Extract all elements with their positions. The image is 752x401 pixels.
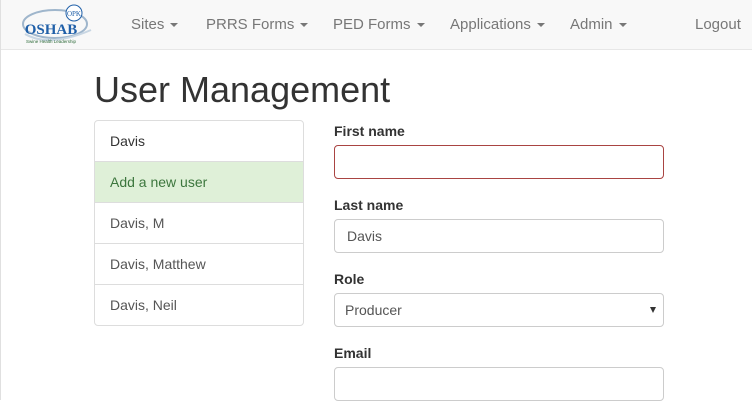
user-list: Davis Add a new user Davis, M Davis, Mat… <box>94 120 304 326</box>
caret-down-icon <box>300 23 309 28</box>
last-name-field[interactable] <box>334 219 664 253</box>
nav-prrs-forms-label: PRRS Forms <box>206 16 295 33</box>
user-list-item[interactable]: Davis, Neil <box>95 284 303 325</box>
last-name-label: Last name <box>334 197 404 213</box>
nav-applications-dropdown[interactable]: Applications <box>450 0 545 50</box>
nav-sites-label: Sites <box>131 16 165 33</box>
caret-down-icon <box>170 23 179 28</box>
nav-prrs-forms-dropdown[interactable]: PRRS Forms <box>206 0 309 50</box>
user-list-item[interactable]: Davis <box>95 121 303 161</box>
dropdown-arrow-icon <box>650 307 656 313</box>
role-selected-value: Producer <box>345 302 402 318</box>
nav-ped-forms-label: PED Forms <box>333 16 411 33</box>
user-list-item[interactable]: Davis, Matthew <box>95 243 303 284</box>
logo-tagline: Swine Health Leadership <box>26 39 77 44</box>
caret-down-icon <box>416 23 425 28</box>
user-list-item[interactable]: Davis, M <box>95 202 303 243</box>
nav-sites-dropdown[interactable]: Sites <box>131 0 179 50</box>
add-new-user-item[interactable]: Add a new user <box>95 161 303 202</box>
oshab-logo[interactable]: OPK OSHAB Swine Health Leadership <box>19 4 99 48</box>
logo-badge-text: OPK <box>67 10 81 18</box>
first-name-label: First name <box>334 123 405 139</box>
role-select[interactable]: Producer <box>334 293 664 327</box>
role-label: Role <box>334 271 365 287</box>
email-field[interactable] <box>334 367 664 401</box>
logout-link[interactable]: Logout <box>695 0 741 50</box>
email-label: Email <box>334 345 372 361</box>
nav-applications-label: Applications <box>450 16 531 33</box>
caret-down-icon <box>618 23 627 28</box>
logo-text: OSHAB <box>25 22 78 38</box>
navbar: OPK OSHAB Swine Health Leadership Sites … <box>1 0 752 50</box>
logo-graphic: OPK OSHAB Swine Health Leadership <box>22 4 92 44</box>
first-name-field[interactable] <box>334 145 664 179</box>
page-title: User Management <box>94 69 391 110</box>
nav-admin-dropdown[interactable]: Admin <box>570 0 627 50</box>
nav-ped-forms-dropdown[interactable]: PED Forms <box>333 0 425 50</box>
caret-down-icon <box>536 23 545 28</box>
nav-admin-label: Admin <box>570 16 613 33</box>
